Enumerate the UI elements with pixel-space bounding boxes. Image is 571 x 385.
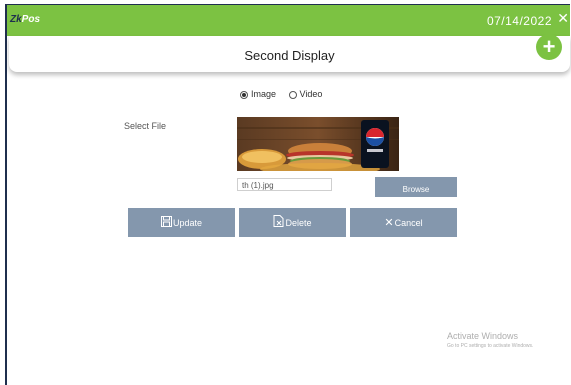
media-type-group: Image Video xyxy=(240,89,332,99)
plus-icon: + xyxy=(542,34,556,59)
close-icon: ✕ xyxy=(384,217,394,229)
delete-file-icon xyxy=(273,215,284,230)
close-icon[interactable]: ✕ xyxy=(557,10,569,27)
radio-image[interactable]: Image xyxy=(240,89,276,99)
page-title: Second Display xyxy=(244,48,335,63)
cancel-button[interactable]: ✕ Cancel xyxy=(350,208,457,237)
current-date: 07/14/2022 xyxy=(486,14,552,28)
app-logo: ZkPos xyxy=(10,14,41,25)
save-icon xyxy=(160,215,172,230)
radio-dot-unchecked xyxy=(288,90,297,99)
add-button[interactable]: + xyxy=(536,34,562,60)
select-file-label: Select File xyxy=(124,121,167,131)
top-bar: ZkPos 07/14/2022 ✕ xyxy=(7,5,570,36)
browse-button[interactable]: Browse xyxy=(375,177,457,197)
image-preview xyxy=(237,117,399,171)
radio-dot-checked xyxy=(240,90,248,99)
delete-button[interactable]: Delete xyxy=(239,208,346,237)
app-window: ZkPos 07/14/2022 ✕ Second Display + Imag… xyxy=(5,4,570,385)
title-bar: Second Display + xyxy=(9,34,570,72)
update-button[interactable]: Update xyxy=(128,208,235,237)
file-path-field[interactable]: th (1).jpg xyxy=(237,178,332,191)
radio-video[interactable]: Video xyxy=(288,89,322,99)
food-image xyxy=(237,117,399,171)
activate-windows-watermark: Activate Windows Go to PC settings to ac… xyxy=(447,331,534,349)
